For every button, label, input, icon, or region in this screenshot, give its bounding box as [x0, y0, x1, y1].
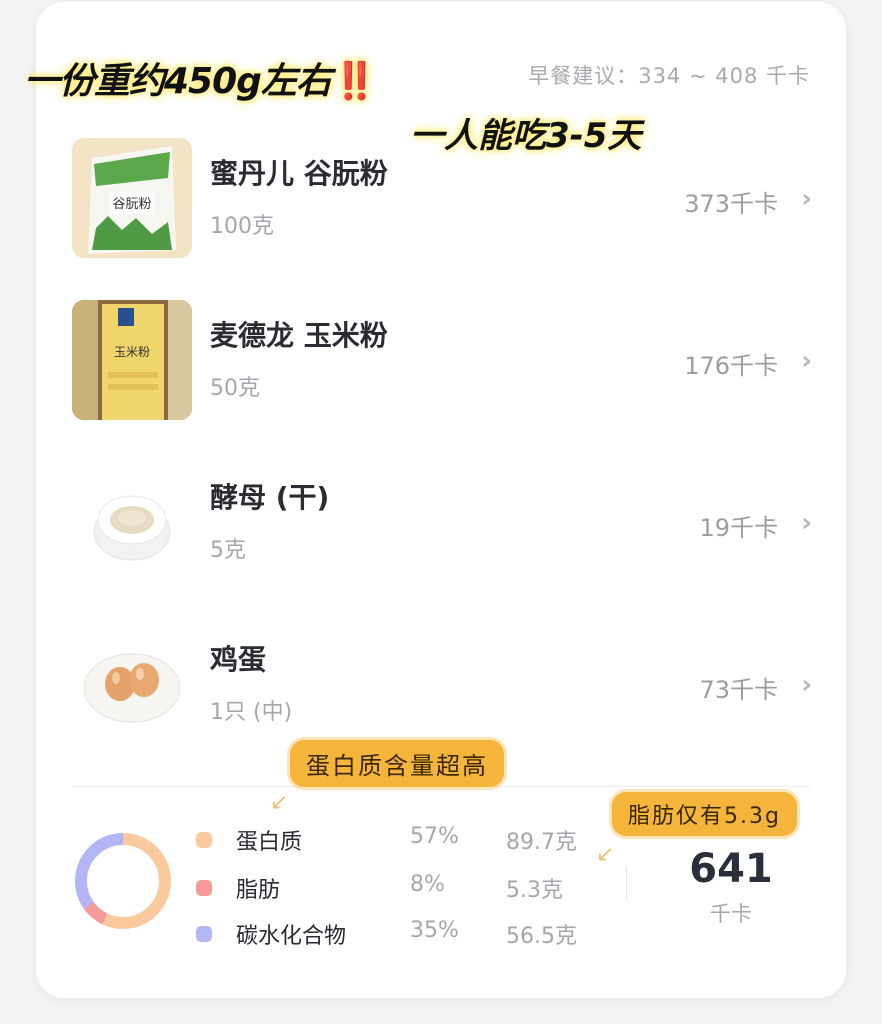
protein-arrow-icon: ↙	[270, 790, 289, 815]
nutrient-percent: 8%	[410, 872, 445, 897]
breakfast-suggestion: 早餐建议：334 ~ 408 千卡	[528, 64, 810, 88]
flour-package-label: 谷朊粉	[112, 197, 151, 212]
food-amount: 100克	[210, 214, 274, 239]
chevron-right-icon: ›	[801, 670, 812, 700]
food-calories: 373千卡	[684, 190, 778, 218]
overlay-weight-note: 一份重约450g左右‼️	[24, 52, 378, 104]
fat-arrow-icon: ↙	[596, 842, 615, 867]
yeast-bowl-icon	[72, 462, 192, 582]
total-separator	[626, 866, 627, 900]
nutrient-name: 碳水化合物	[236, 924, 347, 949]
nutrient-amount: 89.7克	[506, 830, 577, 855]
chevron-right-icon: ›	[801, 508, 812, 538]
carbs-color-dot	[196, 926, 212, 942]
nutrient-name: 脂肪	[236, 878, 281, 903]
food-calories: 19千卡	[699, 514, 778, 542]
food-name: 酵母 (干)	[210, 481, 330, 514]
food-item-gluten-flour[interactable]: 谷朊粉 蜜丹儿 谷朊粉 100克 373千卡 ›	[36, 138, 846, 268]
nutrition-row-carbs: 碳水化合物 35% 56.5克	[196, 918, 616, 949]
food-name: 蜜丹儿 谷朊粉	[210, 157, 388, 190]
food-amount: 1只 (中)	[210, 700, 293, 725]
eggs-plate-icon	[72, 624, 192, 744]
double-exclamation-icon: ‼️	[332, 61, 378, 102]
food-name: 鸡蛋	[210, 643, 267, 676]
food-amount: 5克	[210, 538, 246, 563]
nutrient-name: 蛋白质	[236, 830, 303, 855]
food-name: 麦德龙 玉米粉	[210, 319, 388, 352]
total-calories-value: 641	[689, 846, 773, 892]
nutrition-donut-chart	[75, 833, 171, 929]
fat-sticker: 脂肪仅有5.3g	[612, 792, 797, 836]
chevron-right-icon: ›	[801, 184, 812, 214]
nutrient-amount: 56.5克	[506, 924, 577, 949]
nutrition-row-protein: 蛋白质 57% 89.7克	[196, 824, 616, 855]
nutrition-row-fat: 脂肪 8% 5.3克	[196, 872, 616, 903]
flour-bag-icon: 谷朊粉	[72, 138, 192, 258]
protein-color-dot	[196, 832, 212, 848]
chevron-right-icon: ›	[801, 346, 812, 376]
food-item-egg[interactable]: 鸡蛋 1只 (中) 73千卡 ›	[36, 624, 846, 754]
nutrient-percent: 35%	[410, 918, 459, 943]
nutrient-percent: 57%	[410, 824, 459, 849]
nutrient-amount: 5.3克	[506, 878, 563, 903]
food-calories: 176千卡	[684, 352, 778, 380]
food-calories: 73千卡	[699, 676, 778, 704]
fat-color-dot	[196, 880, 212, 896]
overlay-weight-text: 一份重约450g左右	[24, 61, 332, 102]
cornmeal-bag-icon: 玉米粉	[72, 300, 192, 420]
food-amount: 50克	[210, 376, 260, 401]
food-item-yeast[interactable]: 酵母 (干) 5克 19千卡 ›	[36, 462, 846, 592]
cornmeal-package-label: 玉米粉	[114, 345, 150, 359]
total-calories-unit: 千卡	[710, 902, 752, 926]
protein-sticker: 蛋白质含量超高	[290, 740, 504, 787]
food-item-cornmeal[interactable]: 玉米粉 麦德龙 玉米粉 50克 176千卡 ›	[36, 300, 846, 430]
